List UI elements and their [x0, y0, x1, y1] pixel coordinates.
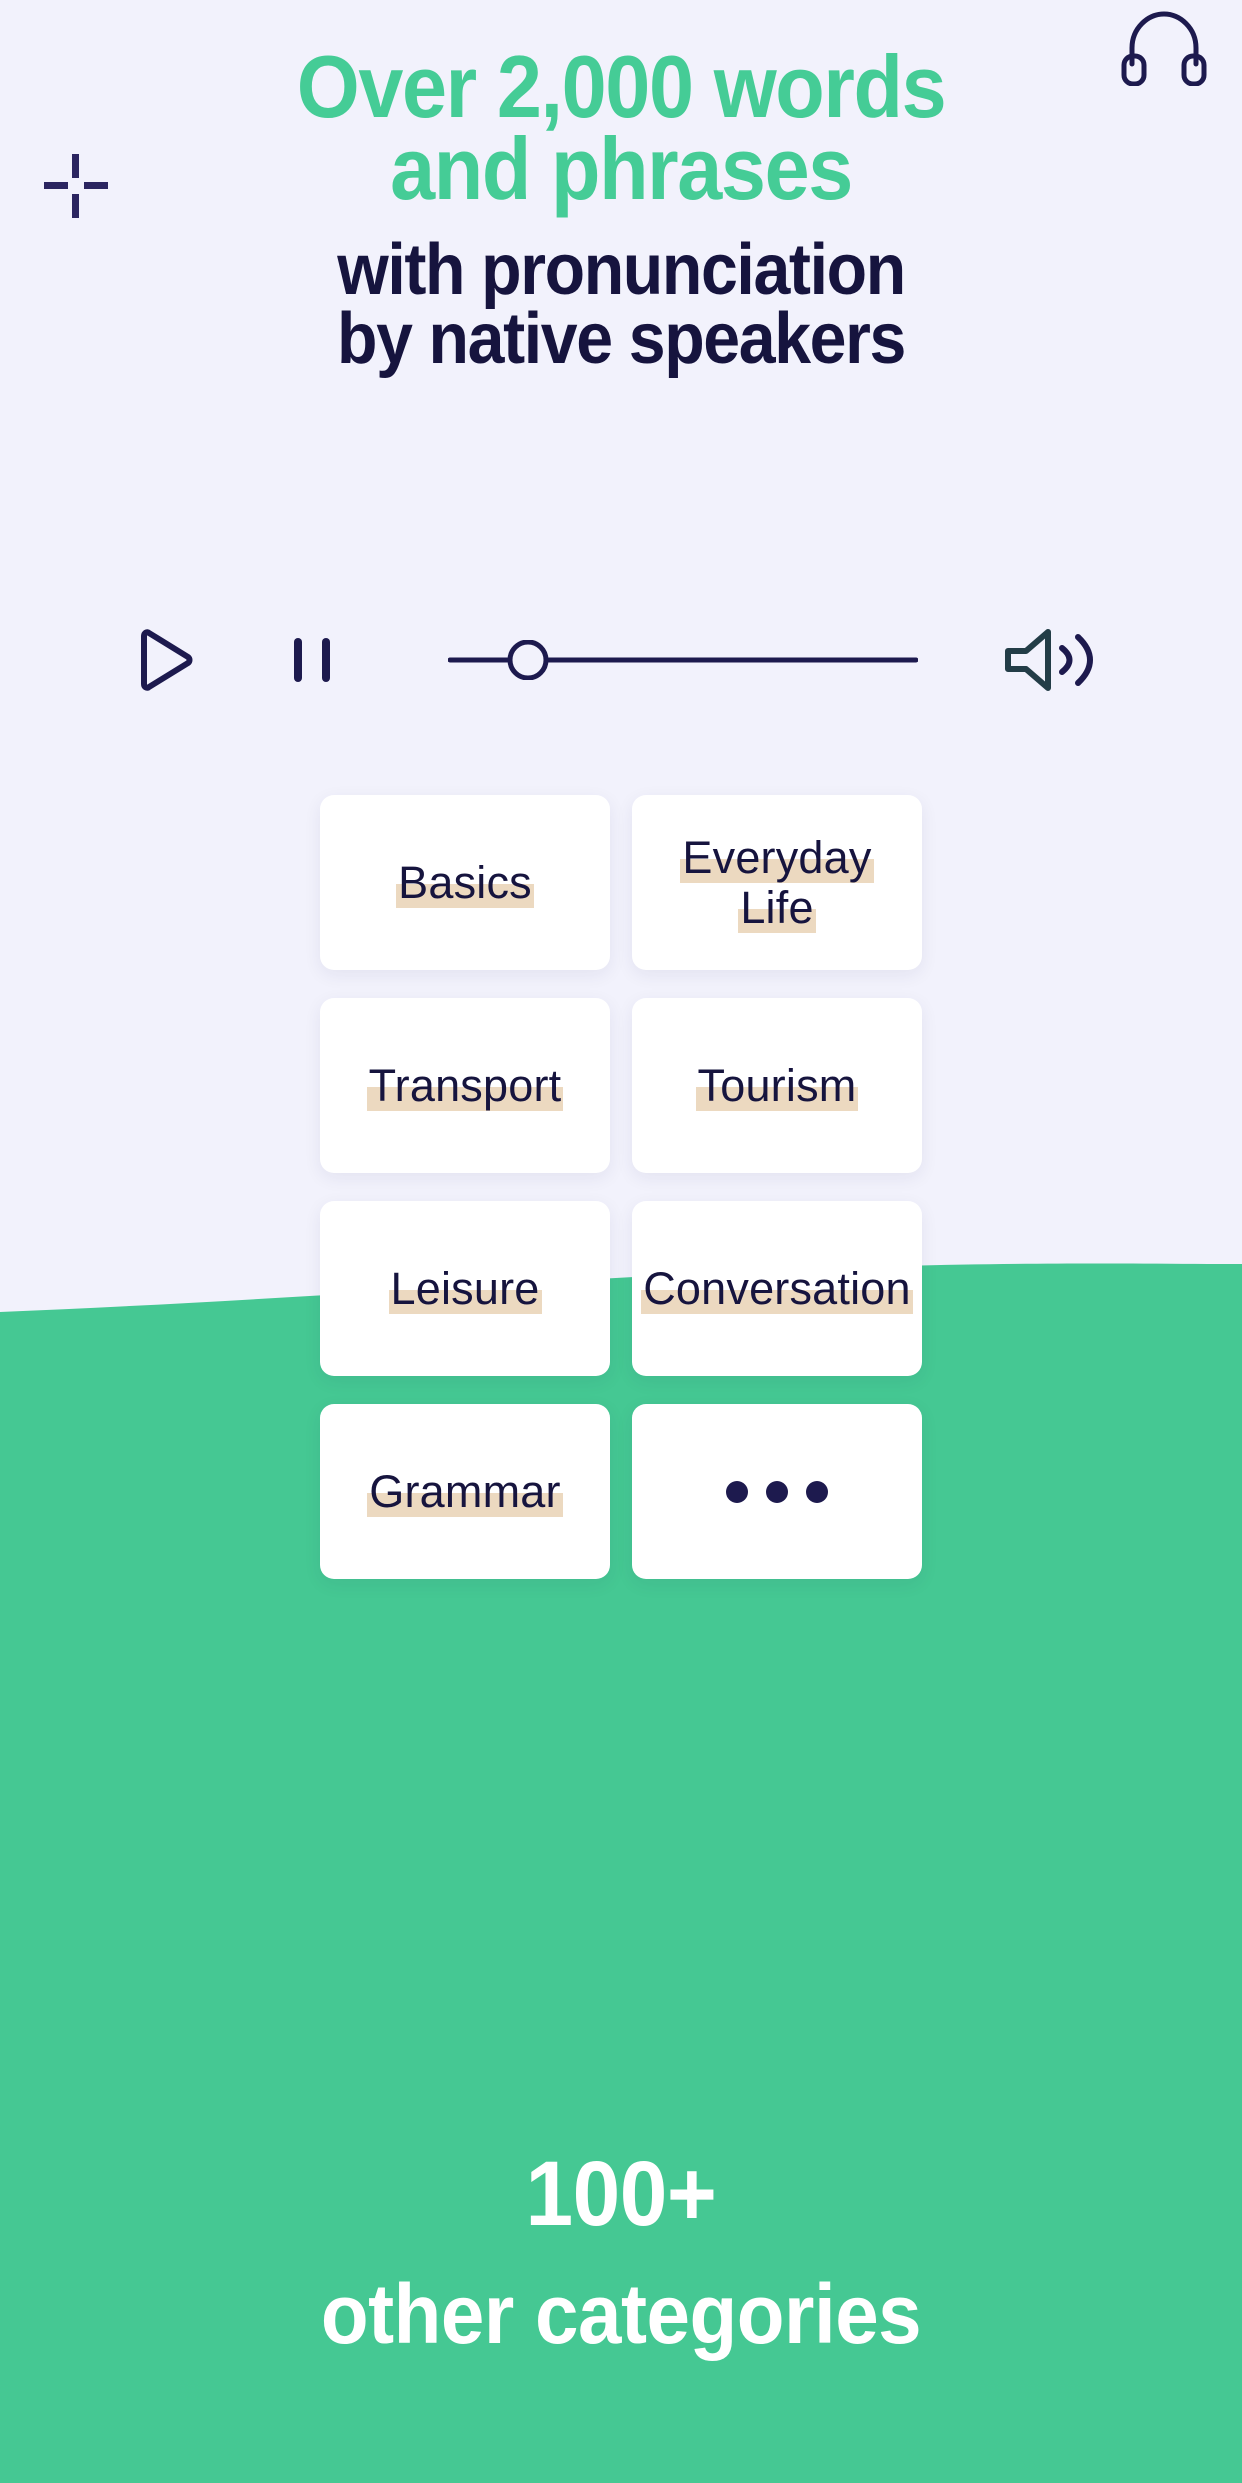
card-row: Grammar [0, 1404, 1242, 1579]
pause-icon[interactable] [278, 626, 346, 694]
progress-slider[interactable] [448, 640, 918, 680]
footer-text: other categories [320, 2267, 922, 2361]
card-row: Leisure Conversation [0, 1201, 1242, 1376]
card-label: Grammar [367, 1465, 563, 1517]
card-label: Transport [366, 1059, 564, 1111]
headline-block: Over 2,000 words and phrases with pronun… [0, 37, 1242, 379]
card-label: Basics [396, 856, 534, 908]
volume-icon[interactable] [1000, 624, 1100, 696]
dot [806, 1480, 828, 1503]
footer-count: 100+ [525, 2143, 717, 2245]
headline-line-3: with pronunciation [337, 230, 906, 310]
category-card-leisure[interactable]: Leisure [320, 1201, 610, 1376]
card-row: Basics Everyday Life [0, 795, 1242, 970]
category-card-basics[interactable]: Basics [320, 795, 610, 970]
card-row: Transport Tourism [0, 998, 1242, 1173]
card-label: Everyday Life [680, 831, 874, 933]
card-label: Tourism [695, 1059, 859, 1111]
headline-line-4: by native speakers [336, 299, 906, 379]
category-card-grid: Basics Everyday Life Transport Tourism Le… [0, 795, 1242, 1607]
dot [766, 1480, 788, 1503]
category-card-more[interactable] [632, 1404, 922, 1579]
category-card-everyday-life[interactable]: Everyday Life [632, 795, 922, 970]
more-dots-icon [726, 1480, 828, 1503]
headphone-icon [1121, 11, 1207, 86]
footer-block: 100+ other categories [0, 2144, 1242, 2362]
headline-line-1: Over 2,000 words [296, 37, 947, 136]
dot [726, 1480, 748, 1503]
sparkle-plus-icon [44, 154, 108, 218]
card-label: Leisure [388, 1262, 542, 1314]
play-icon[interactable] [128, 624, 200, 696]
category-card-transport[interactable]: Transport [320, 998, 610, 1173]
category-card-conversation[interactable]: Conversation [632, 1201, 922, 1376]
card-label: Conversation [641, 1262, 913, 1314]
category-card-tourism[interactable]: Tourism [632, 998, 922, 1173]
audio-player-controls [0, 600, 1242, 720]
category-card-grammar[interactable]: Grammar [320, 1404, 610, 1579]
headline-line-2: and phrases [390, 119, 853, 218]
